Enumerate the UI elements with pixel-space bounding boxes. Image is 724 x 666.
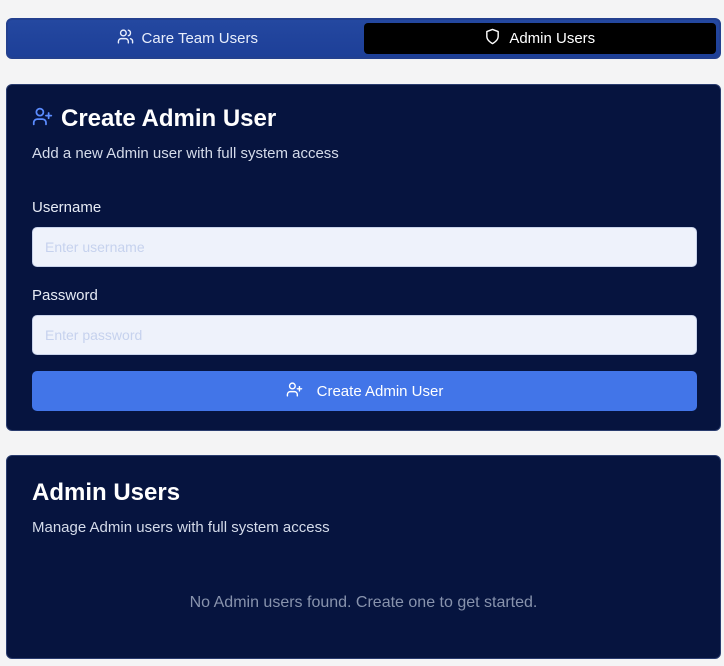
create-admin-user-header: Create Admin User: [32, 105, 695, 133]
create-admin-user-subtitle: Add a new Admin user with full system ac…: [32, 145, 339, 162]
user-plus-icon: [32, 106, 53, 132]
admin-users-card: Admin Users Manage Admin users with full…: [6, 455, 721, 659]
username-label: Username: [32, 199, 102, 216]
tab-admin-users-label: Admin Users: [509, 30, 596, 47]
tab-care-team-users[interactable]: Care Team Users: [11, 23, 364, 54]
password-input[interactable]: [32, 315, 697, 355]
tab-admin-users[interactable]: Admin Users: [363, 23, 716, 54]
create-admin-user-button[interactable]: Create Admin User: [32, 371, 697, 411]
admin-users-subtitle: Manage Admin users with full system acce…: [32, 519, 330, 536]
tab-care-team-users-label: Care Team Users: [141, 30, 258, 47]
admin-users-title: Admin Users: [32, 479, 181, 506]
shield-icon: [484, 28, 501, 49]
password-label: Password: [32, 287, 98, 304]
user-type-tabs: Care Team Users Admin Users: [6, 18, 721, 59]
username-input[interactable]: [32, 227, 697, 267]
create-admin-user-button-label: Create Admin User: [316, 382, 444, 400]
empty-state-message: No Admin users found. Create one to get …: [189, 594, 538, 611]
create-admin-user-title: Create Admin User: [61, 105, 277, 132]
users-icon: [117, 28, 134, 49]
user-plus-icon: [286, 381, 303, 402]
create-admin-user-card: Create Admin User Add a new Admin user w…: [6, 84, 721, 431]
